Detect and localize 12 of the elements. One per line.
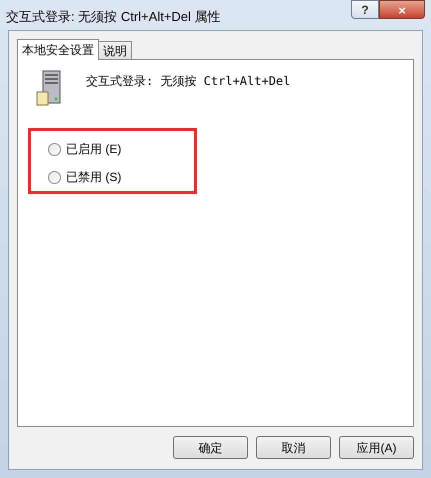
- radio-label[interactable]: 已启用 (E): [66, 140, 122, 158]
- dialog-button[interactable]: 取消: [256, 436, 331, 459]
- window-title: 交互式登录: 无须按 Ctrl+Alt+Del 属性: [6, 8, 221, 26]
- tab[interactable]: 说明: [98, 41, 132, 59]
- policy-name: 交互式登录: 无须按 Ctrl+Alt+Del: [86, 73, 290, 90]
- dialog-button[interactable]: 确定: [173, 436, 248, 459]
- help-button[interactable]: ?: [351, 0, 379, 19]
- radio-button[interactable]: [48, 142, 61, 156]
- dialog-button[interactable]: 应用(A): [339, 436, 414, 459]
- radio-label[interactable]: 已禁用 (S): [66, 168, 122, 186]
- radio-button[interactable]: [48, 170, 61, 184]
- tab[interactable]: 本地安全设置: [17, 39, 99, 60]
